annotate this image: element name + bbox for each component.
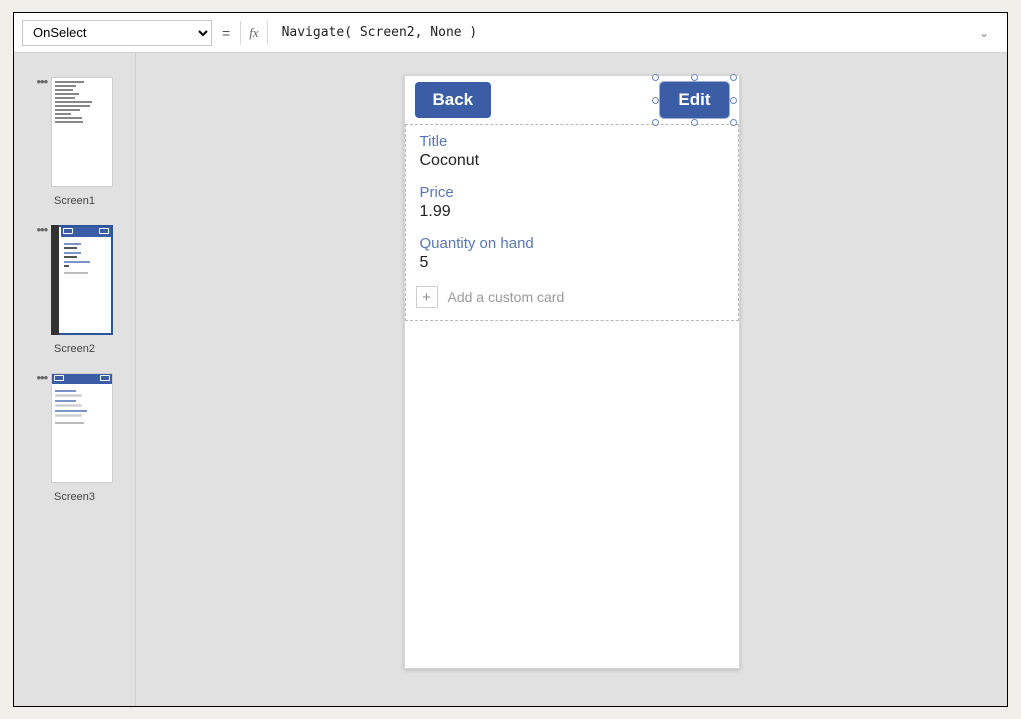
app-header: Back Edit	[405, 76, 739, 124]
card-label: Price	[420, 184, 724, 201]
main-row: ••• Screen1 •••	[14, 53, 1007, 706]
card-label: Title	[420, 133, 724, 150]
property-dropdown[interactable]: OnSelect	[22, 20, 212, 46]
add-custom-card[interactable]: + Add a custom card	[406, 278, 738, 320]
screen-thumbnail-1[interactable]	[51, 77, 113, 187]
data-card[interactable]: Price 1.99	[406, 176, 738, 227]
formula-input-wrap: ⌄	[276, 13, 999, 52]
add-card-label: Add a custom card	[448, 289, 565, 305]
data-card[interactable]: Title Coconut	[406, 125, 738, 176]
screen-thumbnail-3[interactable]	[51, 373, 113, 483]
fx-label[interactable]: fx	[240, 21, 267, 45]
more-icon[interactable]: •••	[37, 225, 47, 233]
formula-bar: OnSelect = fx ⌄	[14, 13, 1007, 53]
screen-thumb-wrap: ••• Screen3	[14, 373, 135, 503]
screen-thumbnail-2[interactable]	[51, 225, 113, 335]
screen-thumb-wrap: ••• Screen1	[14, 77, 135, 207]
data-card[interactable]: Quantity on hand 5	[406, 227, 738, 278]
screen-thumb-wrap: ••• Scree	[14, 225, 135, 355]
edit-button-label: Edit	[678, 90, 710, 109]
formula-input[interactable]	[282, 25, 975, 40]
detail-form[interactable]: Title Coconut Price 1.99 Quantity on han…	[405, 124, 739, 321]
card-value: 1.99	[420, 203, 724, 221]
chevron-down-icon[interactable]: ⌄	[975, 26, 993, 40]
app-frame: OnSelect = fx ⌄ ••• Screen1	[13, 12, 1008, 707]
more-icon[interactable]: •••	[37, 373, 47, 381]
card-value: 5	[420, 254, 724, 272]
screens-panel: ••• Screen1 •••	[14, 53, 136, 706]
plus-icon: +	[416, 286, 438, 308]
canvas-area[interactable]: Back Edit Title Coconut	[136, 53, 1007, 706]
screen-label: Screen2	[54, 343, 95, 355]
card-value: Coconut	[420, 152, 724, 170]
back-button[interactable]: Back	[415, 82, 492, 118]
screen-label: Screen1	[54, 195, 95, 207]
more-icon[interactable]: •••	[37, 77, 47, 85]
card-label: Quantity on hand	[420, 235, 724, 252]
edit-button[interactable]: Edit	[660, 82, 728, 118]
screen-label: Screen3	[54, 491, 95, 503]
equals-label: =	[220, 25, 232, 41]
device-preview: Back Edit Title Coconut	[404, 75, 740, 669]
